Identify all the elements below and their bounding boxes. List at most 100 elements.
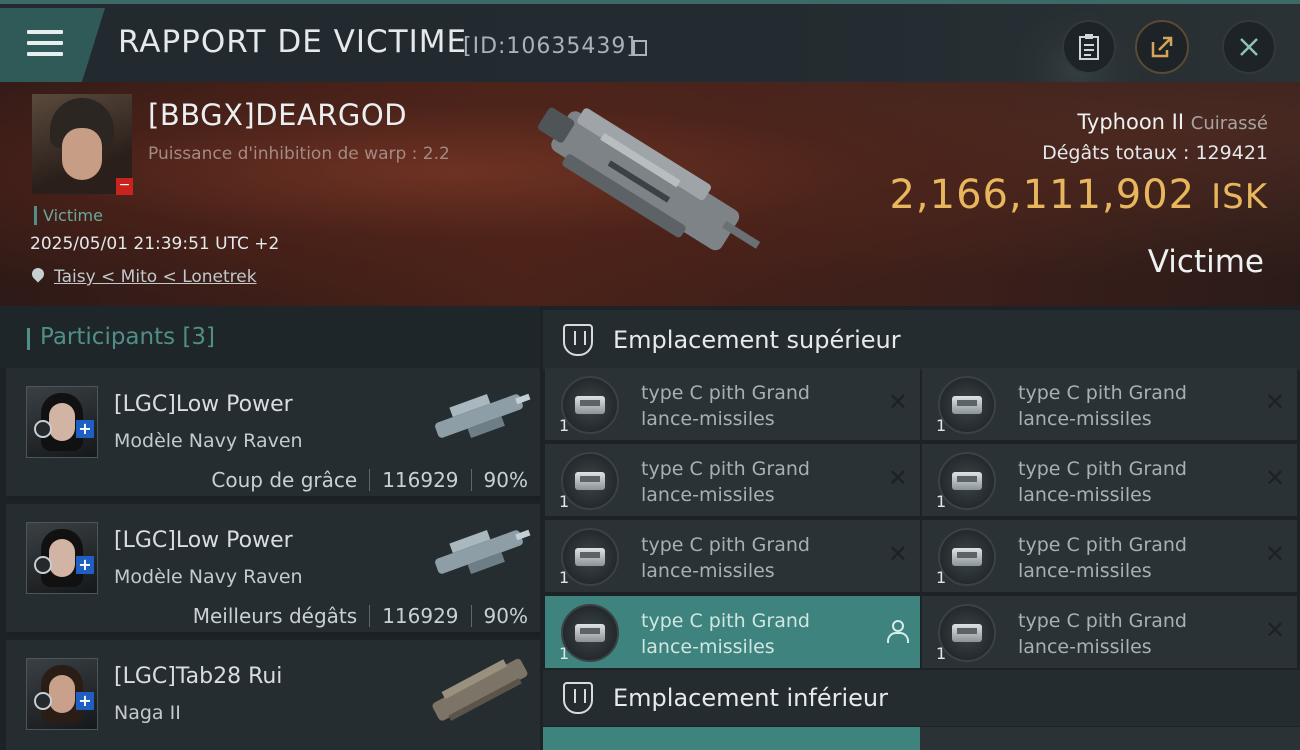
final-blow-tag: Coup de grâce (211, 468, 358, 492)
participant-stats: Coup de grâce 116929 90% (211, 468, 528, 492)
module-slot[interactable]: 1 type C pith Grand lance-missiles ✕ (922, 368, 1297, 440)
module-name: type C pith Grand lance-missiles (641, 458, 810, 506)
killmail-window: RAPPORT DE VICTIME [ID:10635439] − [BBGX… (0, 0, 1300, 750)
add-contact-icon[interactable]: + (76, 692, 94, 710)
missile-launcher-icon (561, 528, 619, 586)
module-name: type C pith Grand lance-missiles (1018, 458, 1187, 506)
participant-ship: Modèle Navy Raven (114, 430, 303, 452)
destroyed-icon: ✕ (1264, 540, 1285, 568)
module-name: type C pith Grand lance-missiles (1018, 534, 1187, 582)
settings-icon (34, 556, 52, 574)
participant-stats: Meilleurs dégâts 116929 90% (193, 604, 528, 628)
menu-button[interactable] (0, 8, 105, 82)
destroyed-icon: ✕ (1264, 616, 1285, 644)
module-quantity: 1 (936, 644, 947, 663)
participant-ship-image (432, 658, 528, 721)
victim-role-tag: Victime (34, 206, 103, 225)
settings-icon (34, 420, 52, 438)
missile-launcher-icon (938, 376, 996, 434)
participant-name[interactable]: [LGC]Tab28 Rui (114, 664, 282, 689)
module-slot[interactable] (920, 727, 1300, 750)
isk-value: 2,166,111,902 ISK (889, 172, 1268, 218)
module-quantity: 1 (559, 416, 570, 435)
participant-name[interactable]: [LGC]Low Power (114, 528, 293, 553)
report-id: [ID:10635439] (463, 34, 636, 59)
victim-ship-image (538, 107, 761, 251)
share-icon (1151, 36, 1173, 58)
participants-title: Participants [3] (40, 324, 215, 350)
participant-row[interactable]: + [LGC]Tab28 Rui Naga II (6, 640, 540, 750)
missile-launcher-icon (938, 452, 996, 510)
clipboard-icon (1079, 34, 1099, 60)
participant-percent: 90% (483, 468, 528, 492)
participant-ship-image (435, 393, 531, 439)
module-slot[interactable]: 1 type C pith Grand lance-missiles ✕ (922, 520, 1297, 592)
module-quantity: 1 (936, 568, 947, 587)
lower-slot-icon (563, 682, 593, 714)
module-slot[interactable]: 1 type C pith Grand lance-missiles ✕ (545, 368, 920, 440)
ship-class: Cuirassé (1190, 113, 1268, 134)
participants-count: [3] (182, 324, 216, 350)
kill-datetime: 2025/05/01 21:39:51 UTC +2 (30, 234, 280, 254)
close-icon (1240, 38, 1258, 56)
module-quantity: 1 (936, 416, 947, 435)
missile-launcher-icon (938, 528, 996, 586)
add-contact-icon[interactable]: + (76, 556, 94, 574)
participants-header: Participants [3] (0, 306, 540, 368)
destroyed-icon: ✕ (887, 388, 908, 416)
module-slot[interactable]: 1 type C pith Grand lance-missiles ✕ (545, 444, 920, 516)
total-damage-value: 129421 (1195, 142, 1268, 164)
location-pin-icon (29, 265, 47, 283)
missile-launcher-icon (561, 452, 619, 510)
add-contact-icon[interactable]: + (76, 420, 94, 438)
page-title: RAPPORT DE VICTIME (118, 24, 468, 60)
lower-slots-header: Emplacement inférieur (543, 670, 1300, 726)
module-slot-dropped[interactable]: 1 type C pith Grand lance-missiles (545, 596, 920, 668)
share-button[interactable] (1135, 20, 1189, 74)
upper-slot-icon (563, 324, 593, 356)
victim-banner: − [BBGX]DEARGOD Puissance d'inhibition d… (0, 82, 1300, 306)
hamburger-icon (27, 30, 63, 63)
victim-name[interactable]: [BBGX]DEARGOD (148, 98, 407, 132)
module-quantity: 1 (936, 492, 947, 511)
ship-type: Typhoon II Cuirassé (1077, 110, 1268, 134)
copy-icon[interactable] (633, 40, 647, 56)
missile-launcher-icon (561, 376, 619, 434)
participant-damage: 116929 (382, 604, 459, 628)
ship-name[interactable]: Typhoon II (1077, 110, 1184, 134)
kill-location-link[interactable]: Taisy < Mito < Lonetrek (54, 267, 257, 287)
participant-ship: Naga II (114, 702, 181, 724)
module-slot[interactable]: 1 type C pith Grand lance-missiles ✕ (922, 444, 1297, 516)
participant-ship-image (435, 529, 531, 575)
destroyed-icon: ✕ (1264, 464, 1285, 492)
module-quantity: 1 (559, 492, 570, 511)
destroyed-icon: ✕ (887, 464, 908, 492)
module-slot[interactable]: 1 type C pith Grand lance-missiles ✕ (922, 596, 1297, 668)
module-quantity: 1 (559, 568, 570, 587)
total-damage-label: Dégâts totaux : (1042, 142, 1190, 164)
result-label: Victime (1147, 244, 1264, 280)
missile-launcher-icon (938, 604, 996, 662)
clipboard-button[interactable] (1062, 20, 1116, 74)
warp-strength: Puissance d'inhibition de warp : 2.2 (148, 144, 450, 164)
upper-slots-header: Emplacement supérieur (543, 310, 1300, 370)
total-damage: Dégâts totaux : 129421 (1042, 142, 1268, 164)
module-slot[interactable] (543, 727, 920, 750)
close-button[interactable] (1222, 20, 1276, 74)
participant-name[interactable]: [LGC]Low Power (114, 392, 293, 417)
participant-row[interactable]: + [LGC]Low Power Modèle Navy Raven Meill… (6, 504, 540, 636)
module-name: type C pith Grand lance-missiles (1018, 382, 1187, 430)
participant-row[interactable]: + [LGC]Low Power Modèle Navy Raven Coup … (6, 368, 540, 500)
module-name: type C pith Grand lance-missiles (641, 382, 810, 430)
participant-damage: 116929 (382, 468, 459, 492)
isk-unit: ISK (1211, 177, 1268, 217)
settings-icon (34, 692, 52, 710)
destroyed-icon: ✕ (887, 540, 908, 568)
module-name: type C pith Grand lance-missiles (1018, 610, 1187, 658)
missile-launcher-icon (561, 604, 619, 662)
participant-ship: Modèle Navy Raven (114, 566, 303, 588)
isk-amount: 2,166,111,902 (889, 172, 1196, 218)
participants-title-text: Participants (40, 324, 176, 350)
module-slot[interactable]: 1 type C pith Grand lance-missiles ✕ (545, 520, 920, 592)
module-name: type C pith Grand lance-missiles (641, 534, 810, 582)
